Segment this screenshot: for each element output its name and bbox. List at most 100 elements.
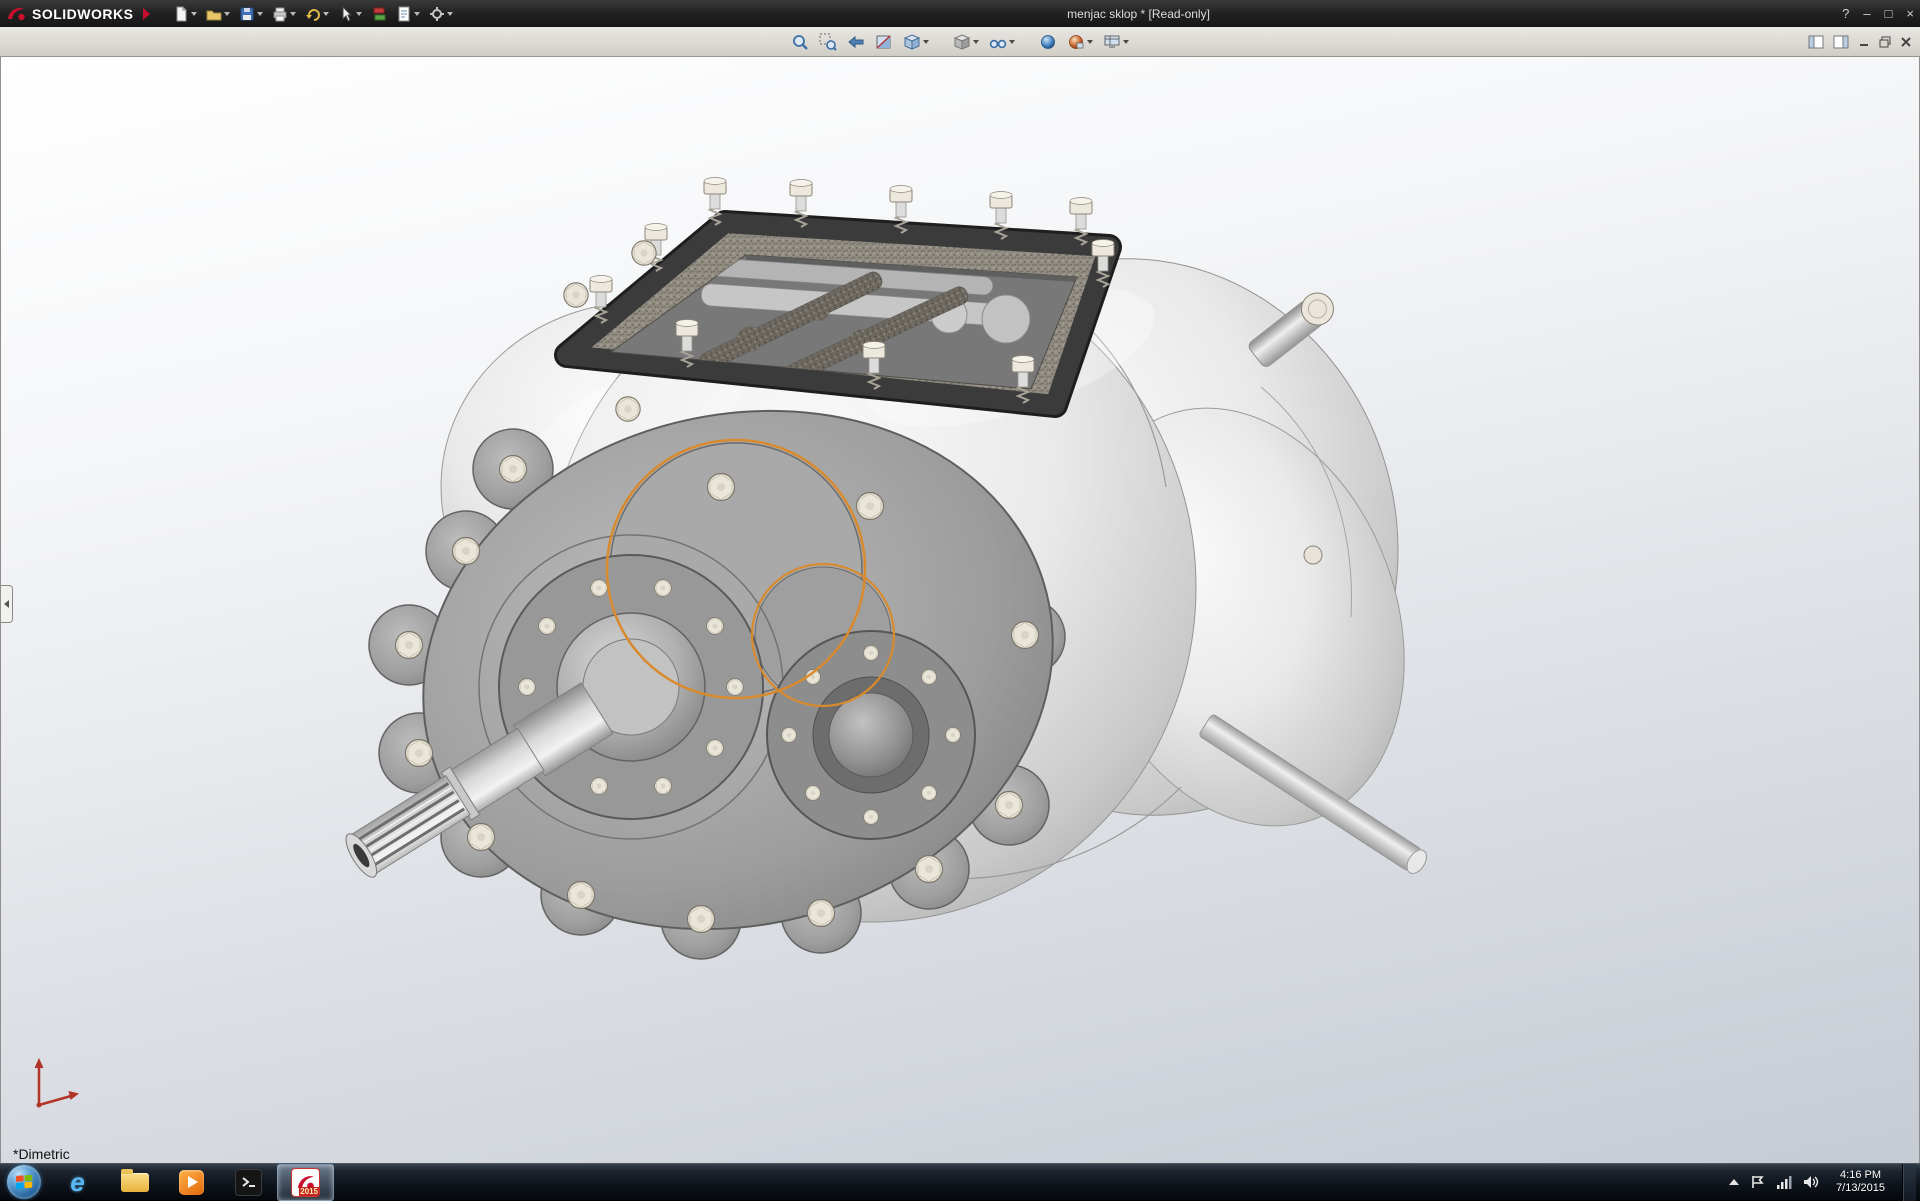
render-tools-button[interactable] <box>368 3 390 25</box>
new-document-button[interactable] <box>170 3 200 25</box>
taskbar-item-command-prompt[interactable] <box>220 1164 277 1201</box>
dropdown-caret[interactable] <box>290 12 296 16</box>
gearbox-model[interactable] <box>1 57 1919 1163</box>
view-settings-icon <box>1103 33 1121 51</box>
display-style-button[interactable] <box>950 30 982 54</box>
select-button[interactable] <box>335 3 365 25</box>
cursor-icon <box>338 6 354 22</box>
undo-icon <box>305 6 321 22</box>
title-bar: SOLIDWORKS <box>0 0 1920 27</box>
bearing-cover-left[interactable] <box>499 555 763 819</box>
dropdown-caret[interactable] <box>356 12 362 16</box>
file-properties-button[interactable] <box>393 3 423 25</box>
internet-explorer-icon: e <box>70 1169 84 1195</box>
help-button[interactable]: ? <box>1842 6 1849 21</box>
options-button[interactable] <box>426 3 456 25</box>
taskbar-clock[interactable]: 4:16 PM 7/13/2015 <box>1830 1169 1891 1195</box>
options-gear-icon <box>429 6 445 22</box>
new-document-icon <box>173 6 189 22</box>
side-plug[interactable] <box>1304 546 1322 564</box>
taskbar-item-internet-explorer[interactable]: e <box>49 1164 106 1201</box>
save-icon <box>239 6 255 22</box>
dropdown-caret[interactable] <box>191 12 197 16</box>
dropdown-caret[interactable] <box>323 12 329 16</box>
document-window-controls <box>1808 27 1912 57</box>
screen: { "app": { "brand": "SOLIDWORKS", "windo… <box>0 0 1920 1200</box>
view-orientation-cube-icon <box>903 33 921 51</box>
undo-button[interactable] <box>302 3 332 25</box>
network-icon[interactable] <box>1776 1176 1792 1189</box>
section-view-button[interactable] <box>872 30 896 54</box>
view-orientation-button[interactable] <box>900 30 932 54</box>
dropdown-caret[interactable] <box>923 40 929 44</box>
show-desktop-button[interactable] <box>1902 1164 1916 1201</box>
hide-show-items-button[interactable] <box>986 30 1018 54</box>
tray-expand-icon[interactable] <box>1729 1179 1739 1185</box>
open-folder-icon <box>206 6 222 22</box>
apply-scene-button[interactable] <box>1064 30 1096 54</box>
save-button[interactable] <box>236 3 266 25</box>
print-button[interactable] <box>269 3 299 25</box>
dropdown-caret[interactable] <box>973 40 979 44</box>
file-properties-icon <box>396 6 412 22</box>
system-tray: 4:16 PM 7/13/2015 <box>1729 1164 1920 1200</box>
dropdown-caret[interactable] <box>257 12 263 16</box>
taskbar-item-windows-explorer[interactable] <box>106 1164 163 1201</box>
scene-sphere-icon <box>1067 33 1085 51</box>
doc-minimize-button[interactable] <box>1858 36 1870 48</box>
dropdown-caret[interactable] <box>414 12 420 16</box>
pane-right-button[interactable] <box>1833 35 1849 49</box>
solidworks-version-badge: 2015 <box>299 1187 319 1196</box>
solidworks-app-icon: 2015 <box>291 1168 320 1197</box>
view-orientation-label: *Dimetric <box>13 1146 70 1162</box>
dropdown-caret[interactable] <box>1087 40 1093 44</box>
open-button[interactable] <box>203 3 233 25</box>
zoom-to-area-icon <box>819 33 837 51</box>
top-cover-opening[interactable] <box>564 178 1114 406</box>
start-button[interactable] <box>7 1165 41 1199</box>
menu-flyout-arrow[interactable] <box>143 8 150 20</box>
zoom-to-fit-button[interactable] <box>788 30 812 54</box>
previous-view-icon <box>847 33 865 51</box>
collapsed-pane-tab[interactable] <box>1 585 13 623</box>
toolbar-strip <box>0 27 1920 57</box>
collapse-arrow-icon <box>4 600 9 608</box>
view-settings-button[interactable] <box>1100 30 1132 54</box>
dropdown-caret[interactable] <box>224 12 230 16</box>
media-player-icon <box>179 1170 204 1195</box>
dropdown-caret[interactable] <box>1123 40 1129 44</box>
solidworks-logo[interactable]: SOLIDWORKS <box>0 4 150 24</box>
pane-left-button[interactable] <box>1808 35 1824 49</box>
display-style-icon <box>953 33 971 51</box>
doc-restore-icon <box>1879 36 1891 48</box>
render-tools-icon <box>371 6 387 22</box>
ds-logo-icon <box>6 4 26 24</box>
main-toolbar <box>170 0 456 27</box>
reference-triad <box>35 1058 80 1108</box>
command-prompt-icon <box>235 1169 262 1196</box>
zoom-to-area-button[interactable] <box>816 30 840 54</box>
taskbar-item-solidworks[interactable]: 2015 <box>277 1164 334 1201</box>
dropdown-caret[interactable] <box>447 12 453 16</box>
doc-minimize-icon <box>1858 36 1870 48</box>
taskbar: e 2015 <box>0 1163 1920 1200</box>
brand-text: SOLIDWORKS <box>32 6 133 22</box>
previous-view-button[interactable] <box>844 30 868 54</box>
action-center-flag-icon[interactable] <box>1750 1175 1765 1189</box>
taskbar-item-media-player[interactable] <box>163 1164 220 1201</box>
appearance-sphere-icon <box>1039 33 1057 51</box>
edit-appearance-button[interactable] <box>1036 30 1060 54</box>
bearing-cover-right[interactable] <box>767 631 975 839</box>
dropdown-caret[interactable] <box>1009 40 1015 44</box>
close-button[interactable]: × <box>1906 6 1914 21</box>
graphics-area[interactable]: *Dimetric <box>0 57 1920 1163</box>
doc-close-icon <box>1900 36 1912 48</box>
section-view-icon <box>875 33 893 51</box>
maximize-button[interactable]: □ <box>1885 6 1893 21</box>
doc-close-button[interactable] <box>1900 36 1912 48</box>
volume-icon[interactable] <box>1803 1175 1819 1189</box>
doc-restore-button[interactable] <box>1879 36 1891 48</box>
window-controls: ? – □ × <box>1842 0 1914 27</box>
minimize-button[interactable]: – <box>1863 6 1870 21</box>
clock-date: 7/13/2015 <box>1836 1182 1885 1195</box>
